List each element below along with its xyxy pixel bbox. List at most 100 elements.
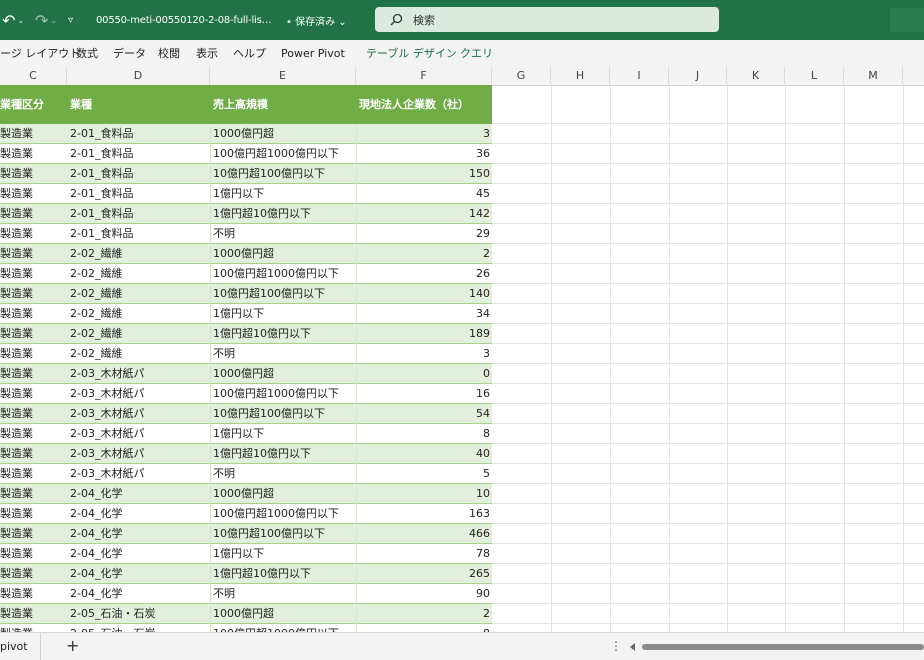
account-button[interactable] (890, 8, 924, 32)
cell-sales-scale[interactable]: 100億円超1000億円以下 (210, 144, 356, 164)
redo-dropdown-icon[interactable]: ⌄ (50, 16, 57, 25)
column-header-h[interactable]: H (551, 67, 610, 85)
cell-company-count[interactable]: 2 (356, 604, 492, 624)
cell-industry[interactable]: 2-01_食料品 (67, 124, 210, 144)
cell-industry-category[interactable]: 製造業 (0, 324, 67, 344)
cell-sales-scale[interactable]: 100億円超1000億円以下 (210, 624, 356, 632)
worksheet-grid[interactable]: 業種区分 業種 売上高規模 現地法人企業数（社） 製造業 2-01_食料品 1000… (0, 85, 924, 632)
cell-sales-scale[interactable]: 10億円超100億円以下 (210, 164, 356, 184)
cell-company-count[interactable]: 150 (356, 164, 492, 184)
cell-industry[interactable]: 2-02_繊維 (67, 264, 210, 284)
more-options-icon[interactable]: ⋮ (610, 633, 622, 660)
cell-industry-category[interactable]: 製造業 (0, 564, 67, 584)
cell-sales-scale[interactable]: 10億円超100億円以下 (210, 284, 356, 304)
cell-company-count[interactable]: 45 (356, 184, 492, 204)
tab-help[interactable]: ヘルプ (233, 40, 266, 67)
column-header-j[interactable]: J (669, 67, 727, 85)
cell-industry-category[interactable]: 製造業 (0, 344, 67, 364)
cell-company-count[interactable]: 78 (356, 544, 492, 564)
cell-company-count[interactable]: 265 (356, 564, 492, 584)
cell-sales-scale[interactable]: 1億円超10億円以下 (210, 564, 356, 584)
cell-sales-scale[interactable]: 1億円以下 (210, 424, 356, 444)
cell-industry-category[interactable]: 製造業 (0, 464, 67, 484)
column-header-d[interactable]: D (67, 67, 210, 85)
cell-company-count[interactable]: 142 (356, 204, 492, 224)
cell-sales-scale[interactable]: 1億円以下 (210, 544, 356, 564)
cell-company-count[interactable]: 54 (356, 404, 492, 424)
cell-industry-category[interactable]: 製造業 (0, 304, 67, 324)
cell-industry-category[interactable]: 製造業 (0, 364, 67, 384)
scroll-left-icon[interactable] (630, 643, 635, 651)
header-industry-category[interactable]: 業種区分 (0, 85, 66, 124)
save-status[interactable]: • 保存済み ⌄ (286, 0, 347, 40)
cell-sales-scale[interactable]: 1億円以下 (210, 184, 356, 204)
cell-industry[interactable]: 2-03_木材紙パ (67, 424, 210, 444)
file-name[interactable]: 00550-meti-00550120-2-08-full-lis… (96, 0, 272, 40)
cell-industry[interactable]: 2-02_繊維 (67, 344, 210, 364)
cell-company-count[interactable]: 34 (356, 304, 492, 324)
cell-industry[interactable]: 2-04_化学 (67, 484, 210, 504)
cell-industry[interactable]: 2-01_食料品 (67, 184, 210, 204)
cell-sales-scale[interactable]: 1000億円超 (210, 604, 356, 624)
cell-industry[interactable]: 2-05_石油・石炭 (67, 624, 210, 632)
cell-sales-scale[interactable]: 1億円超10億円以下 (210, 204, 356, 224)
redo-button[interactable]: ↷ ⌄ (35, 0, 57, 40)
cell-industry-category[interactable]: 製造業 (0, 404, 67, 424)
cell-industry[interactable]: 2-03_木材紙パ (67, 364, 210, 384)
sheet-tab-pivot[interactable]: pivot (0, 633, 41, 660)
column-header-f[interactable]: F (356, 67, 492, 85)
column-header-k[interactable]: K (727, 67, 785, 85)
column-header-g[interactable]: G (492, 67, 551, 85)
cell-industry-category[interactable]: 製造業 (0, 484, 67, 504)
cell-industry[interactable]: 2-02_繊維 (67, 244, 210, 264)
cell-sales-scale[interactable]: 1000億円超 (210, 364, 356, 384)
cell-industry[interactable]: 2-03_木材紙パ (67, 404, 210, 424)
cell-company-count[interactable]: 140 (356, 284, 492, 304)
tab-review[interactable]: 校閲 (158, 40, 180, 67)
cell-industry[interactable]: 2-04_化学 (67, 544, 210, 564)
header-industry[interactable]: 業種 (70, 85, 208, 124)
cell-company-count[interactable]: 3 (356, 124, 492, 144)
cell-industry-category[interactable]: 製造業 (0, 424, 67, 444)
cell-sales-scale[interactable]: 1000億円超 (210, 124, 356, 144)
cell-industry[interactable]: 2-02_繊維 (67, 284, 210, 304)
cell-industry[interactable]: 2-04_化学 (67, 504, 210, 524)
cell-sales-scale[interactable]: 1億円以下 (210, 304, 356, 324)
tab-power-pivot[interactable]: Power Pivot (281, 40, 345, 67)
cell-industry[interactable]: 2-02_繊維 (67, 304, 210, 324)
tab-page-layout[interactable]: ージ レイアウト (0, 40, 80, 67)
cell-industry-category[interactable]: 製造業 (0, 224, 67, 244)
cell-sales-scale[interactable]: 1000億円超 (210, 484, 356, 504)
cell-company-count[interactable]: 16 (356, 384, 492, 404)
scrollbar-thumb[interactable] (642, 644, 924, 650)
cell-industry-category[interactable]: 製造業 (0, 284, 67, 304)
cell-sales-scale[interactable]: 100億円超1000億円以下 (210, 384, 356, 404)
cell-company-count[interactable]: 8 (356, 424, 492, 444)
cell-industry-category[interactable]: 製造業 (0, 204, 67, 224)
header-sales-scale[interactable]: 売上高規模 (213, 85, 353, 124)
cell-industry-category[interactable]: 製造業 (0, 164, 67, 184)
cell-company-count[interactable]: 0 (356, 364, 492, 384)
cell-sales-scale[interactable]: 1000億円超 (210, 244, 356, 264)
cell-sales-scale[interactable]: 1億円超10億円以下 (210, 324, 356, 344)
cell-industry[interactable]: 2-01_食料品 (67, 224, 210, 244)
cell-company-count[interactable]: 189 (356, 324, 492, 344)
tab-table-design[interactable]: テーブル デザイン (366, 40, 457, 67)
tab-data[interactable]: データ (113, 40, 146, 67)
cell-company-count[interactable]: 466 (356, 524, 492, 544)
cell-company-count[interactable]: 40 (356, 444, 492, 464)
cell-industry[interactable]: 2-01_食料品 (67, 164, 210, 184)
cell-industry-category[interactable]: 製造業 (0, 604, 67, 624)
cell-company-count[interactable]: 8 (356, 624, 492, 632)
cell-industry-category[interactable]: 製造業 (0, 184, 67, 204)
cell-sales-scale[interactable]: 不明 (210, 584, 356, 604)
cell-company-count[interactable]: 3 (356, 344, 492, 364)
search-box[interactable]: 検索 (375, 7, 719, 32)
horizontal-scrollbar[interactable] (630, 643, 924, 651)
cell-industry-category[interactable]: 製造業 (0, 244, 67, 264)
cell-company-count[interactable]: 36 (356, 144, 492, 164)
cell-industry-category[interactable]: 製造業 (0, 524, 67, 544)
cell-company-count[interactable]: 90 (356, 584, 492, 604)
cell-company-count[interactable]: 2 (356, 244, 492, 264)
cell-company-count[interactable]: 26 (356, 264, 492, 284)
